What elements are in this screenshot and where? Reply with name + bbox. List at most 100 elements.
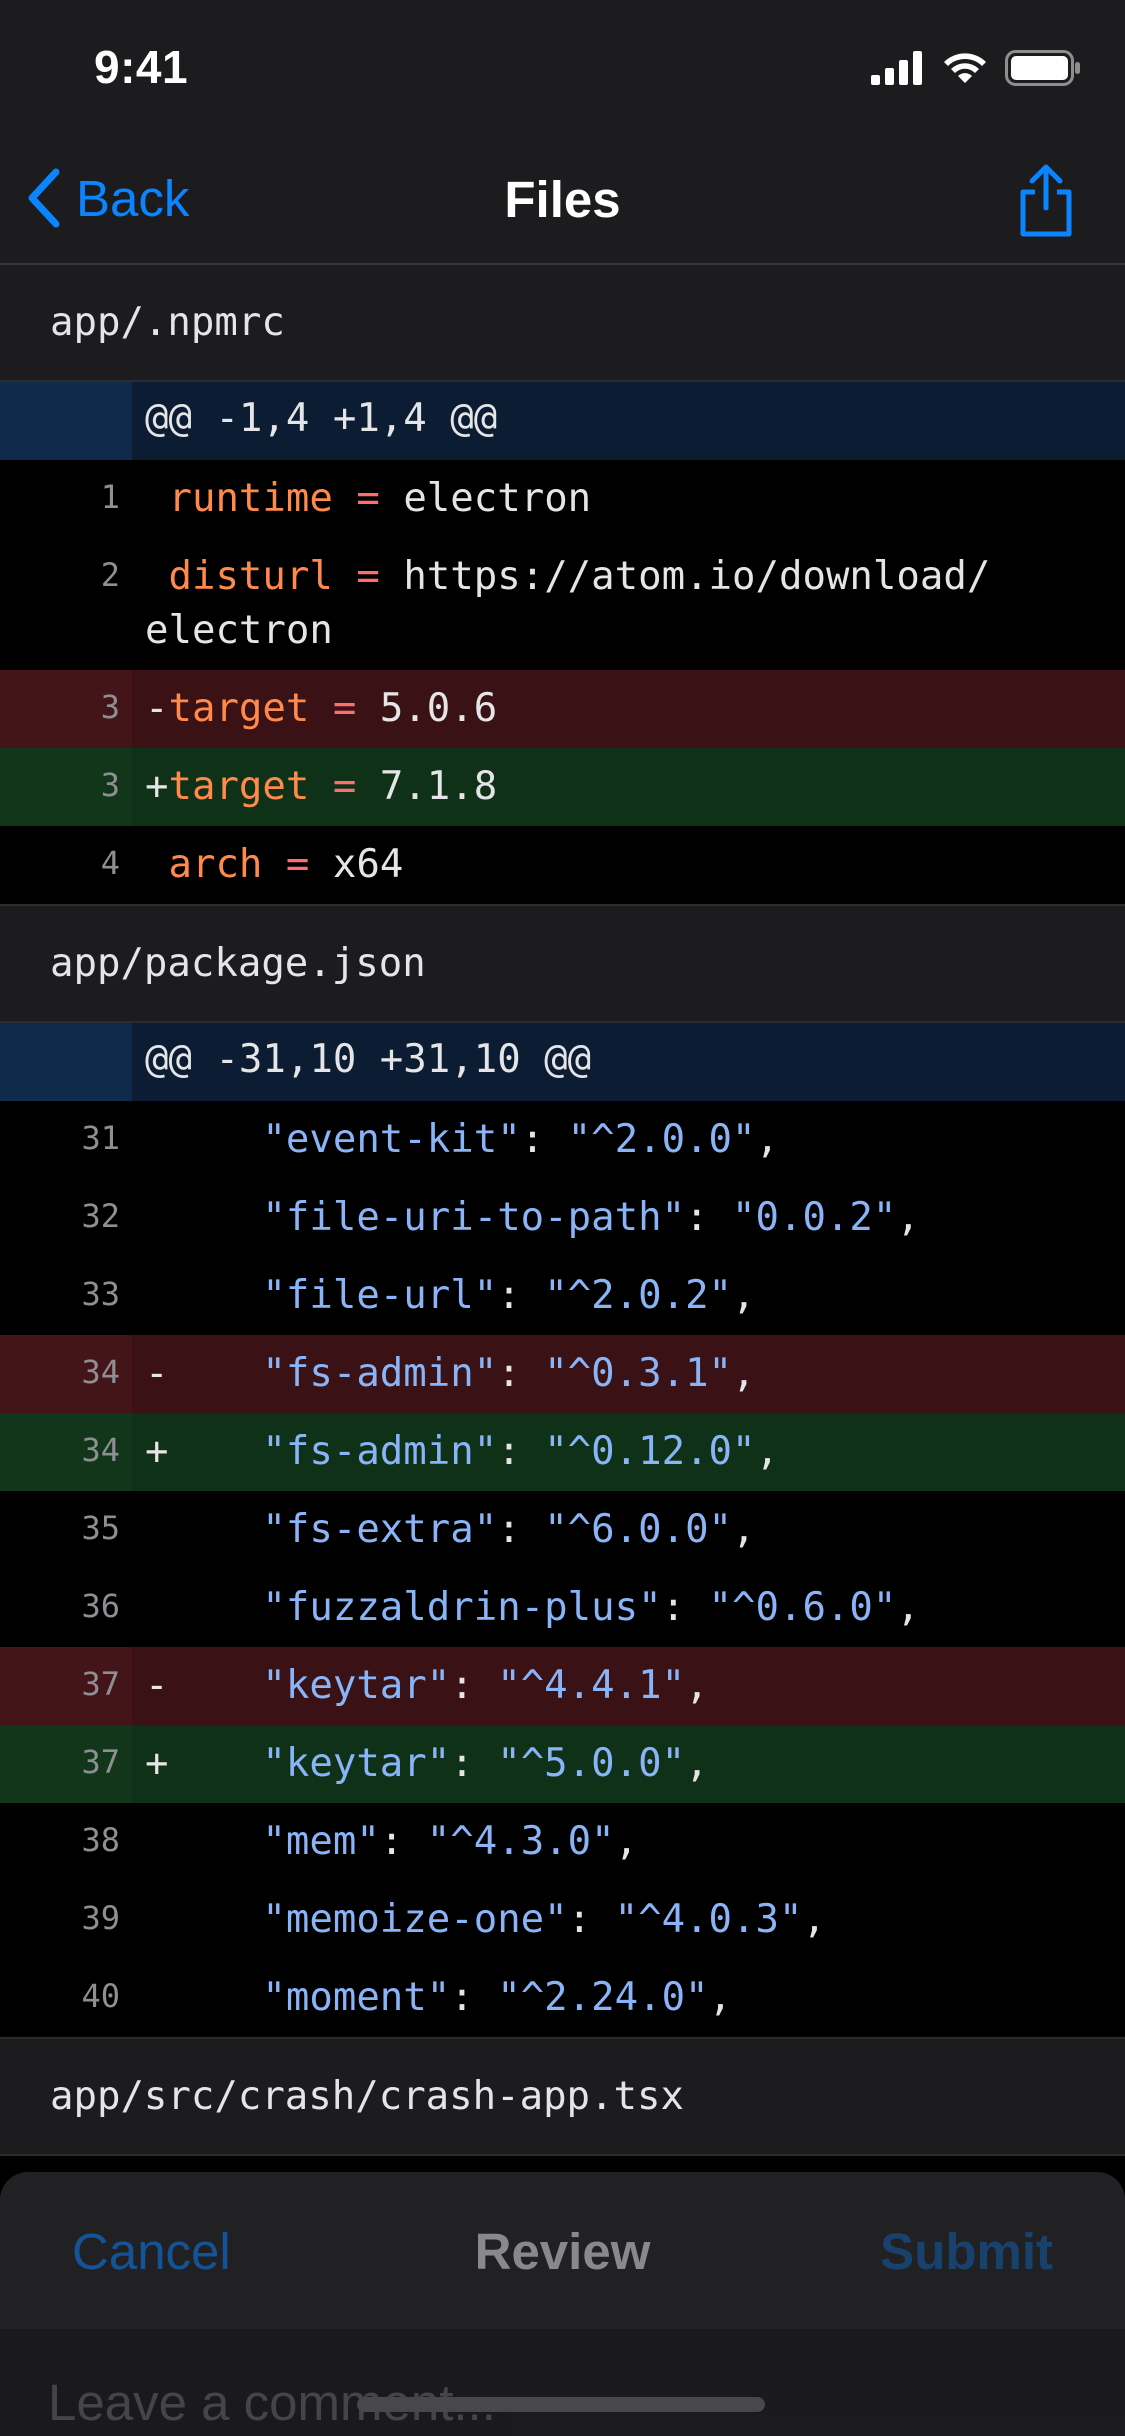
file-header[interactable]: app/.npmrc [0, 265, 1125, 382]
diff-prefix [145, 1819, 168, 1864]
code-text: + "keytar": "^5.0.0", [0, 1737, 1125, 1791]
diff-prefix [145, 842, 168, 887]
diff-line-context[interactable]: 32 "file-uri-to-path": "0.0.2", [0, 1179, 1125, 1257]
line-number: 4 [100, 844, 120, 882]
config-value: electron [403, 476, 592, 521]
json-separator: : [497, 1273, 545, 1318]
config-key: arch [168, 842, 263, 887]
diff-line-removed[interactable]: 37- "keytar": "^4.4.1", [0, 1647, 1125, 1725]
code-text: "file-url": "^2.0.2", [0, 1269, 1125, 1323]
json-trailing-comma: , [685, 1741, 709, 1786]
line-number: 34 [81, 1353, 120, 1391]
diff-line-context[interactable]: 38 "mem": "^4.3.0", [0, 1803, 1125, 1881]
diff-line-context[interactable]: 1 runtime = electron [0, 460, 1125, 538]
json-separator: : [379, 1819, 427, 1864]
diff-line-added[interactable]: 34 + "fs-admin": "^0.12.0", [0, 1413, 1125, 1491]
diff-prefix [145, 1507, 168, 1552]
line-number: 31 [81, 1119, 120, 1157]
diff-prefix [145, 476, 168, 521]
config-operator: = [332, 476, 404, 521]
line-number: 32 [81, 1197, 120, 1235]
submit-button[interactable]: Submit [880, 2222, 1053, 2281]
diff-line-context[interactable]: 33 "file-url": "^2.0.2", [0, 1257, 1125, 1335]
diff-prefix [145, 1195, 168, 1240]
code-text: + "fs-admin": "^0.12.0", [0, 1425, 1125, 1479]
json-value: "^4.0.3" [614, 1897, 803, 1942]
diff-line-context[interactable]: 40 "moment": "^2.24.0", [0, 1959, 1125, 2037]
diff-line-context[interactable]: 31 "event-kit": "^2.0.0", [0, 1101, 1125, 1179]
config-value: 7.1.8 [379, 764, 498, 809]
line-number: 3 [100, 766, 120, 804]
line-number: 33 [81, 1275, 120, 1313]
status-bar: 9:41 [0, 0, 1125, 132]
share-button[interactable] [1011, 162, 1081, 238]
config-key: target [168, 686, 310, 731]
page-title: Files [504, 171, 621, 228]
diff-content: app/.npmrc @@ -1,4 +1,4 @@ 1 runtime = ele… [0, 265, 1125, 2156]
code-text: "event-kit": "^2.0.0", [0, 1113, 1125, 1167]
json-separator: : [520, 1117, 568, 1162]
line-number: 2 [100, 556, 120, 594]
status-time: 9:41 [94, 41, 189, 93]
diff-line-context[interactable]: 39 "memoize-one": "^4.0.3", [0, 1881, 1125, 1959]
file-header[interactable]: app/src/crash/crash-app.tsx [0, 2039, 1125, 2156]
diff-prefix [145, 1273, 168, 1318]
json-trailing-comma: , [732, 1273, 756, 1318]
line-number: 37 [81, 1743, 120, 1781]
diff-line-context[interactable]: 2 disturl = https://atom.io/download/ el… [0, 538, 1125, 670]
json-separator: : [450, 1741, 498, 1786]
config-value: 5.0.6 [379, 686, 498, 731]
line-number: 38 [81, 1821, 120, 1859]
diff-line-context[interactable]: 36 "fuzzaldrin-plus": "^0.6.0", [0, 1569, 1125, 1647]
cellular-signal-icon [871, 51, 922, 85]
code-text: "mem": "^4.3.0", [0, 1815, 1125, 1869]
json-key: "memoize-one" [262, 1897, 568, 1942]
diff-prefix: - [145, 1663, 169, 1708]
json-value: "^0.6.0" [708, 1585, 897, 1630]
diff-prefix: + [145, 1741, 169, 1786]
json-key: "mem" [262, 1819, 380, 1864]
json-value: "^5.0.0" [497, 1741, 686, 1786]
diff-line-added[interactable]: 37 + "keytar": "^5.0.0", [0, 1725, 1125, 1803]
json-trailing-comma: , [614, 1819, 639, 1864]
diff-line-context[interactable]: 35 "fs-extra": "^6.0.0", [0, 1491, 1125, 1569]
config-operator: = [332, 554, 404, 599]
home-indicator [357, 2397, 765, 2412]
json-trailing-comma: , [802, 1897, 826, 1942]
status-icons [871, 50, 1081, 86]
diff-prefix: + [145, 1429, 169, 1474]
diff-prefix [145, 1117, 168, 1162]
json-trailing-comma: , [896, 1195, 920, 1240]
diff-line-removed[interactable]: 3 -target = 5.0.6 [0, 670, 1125, 748]
config-operator: = [262, 842, 333, 887]
line-number: 37 [81, 1665, 120, 1703]
json-value: "^2.0.0" [567, 1117, 756, 1162]
json-key: "keytar" [262, 1663, 451, 1708]
diff-line-added[interactable]: 3 +target = 7.1.8 [0, 748, 1125, 826]
diff-prefix [145, 1585, 168, 1630]
diff-line-context[interactable]: 4 arch = x64 [0, 826, 1125, 904]
json-value: "^2.24.0" [497, 1975, 709, 2020]
diff-prefix [145, 1975, 168, 2020]
json-value: "^6.0.0" [544, 1507, 733, 1552]
diff-prefix [145, 1897, 168, 1942]
json-separator: : [567, 1897, 615, 1942]
json-trailing-comma: , [755, 1117, 779, 1162]
line-number: 3 [100, 688, 120, 726]
code-text: - "fs-admin": "^0.3.1", [0, 1347, 1125, 1401]
json-key: "event-kit" [262, 1117, 521, 1162]
line-number: 36 [81, 1587, 120, 1625]
code-text: "memoize-one": "^4.0.3", [0, 1893, 1125, 1947]
file-header[interactable]: app/package.json [0, 906, 1125, 1023]
config-value: x64 [332, 842, 404, 887]
config-key: runtime [168, 476, 333, 521]
wifi-icon [944, 53, 986, 83]
json-trailing-comma: , [755, 1429, 779, 1474]
code-text: +target = 7.1.8 [0, 760, 1125, 814]
json-trailing-comma: , [896, 1585, 920, 1630]
diff-line-removed[interactable]: 34- "fs-admin": "^0.3.1", [0, 1335, 1125, 1413]
code-text: disturl = https://atom.io/download/ elec… [0, 550, 1125, 658]
